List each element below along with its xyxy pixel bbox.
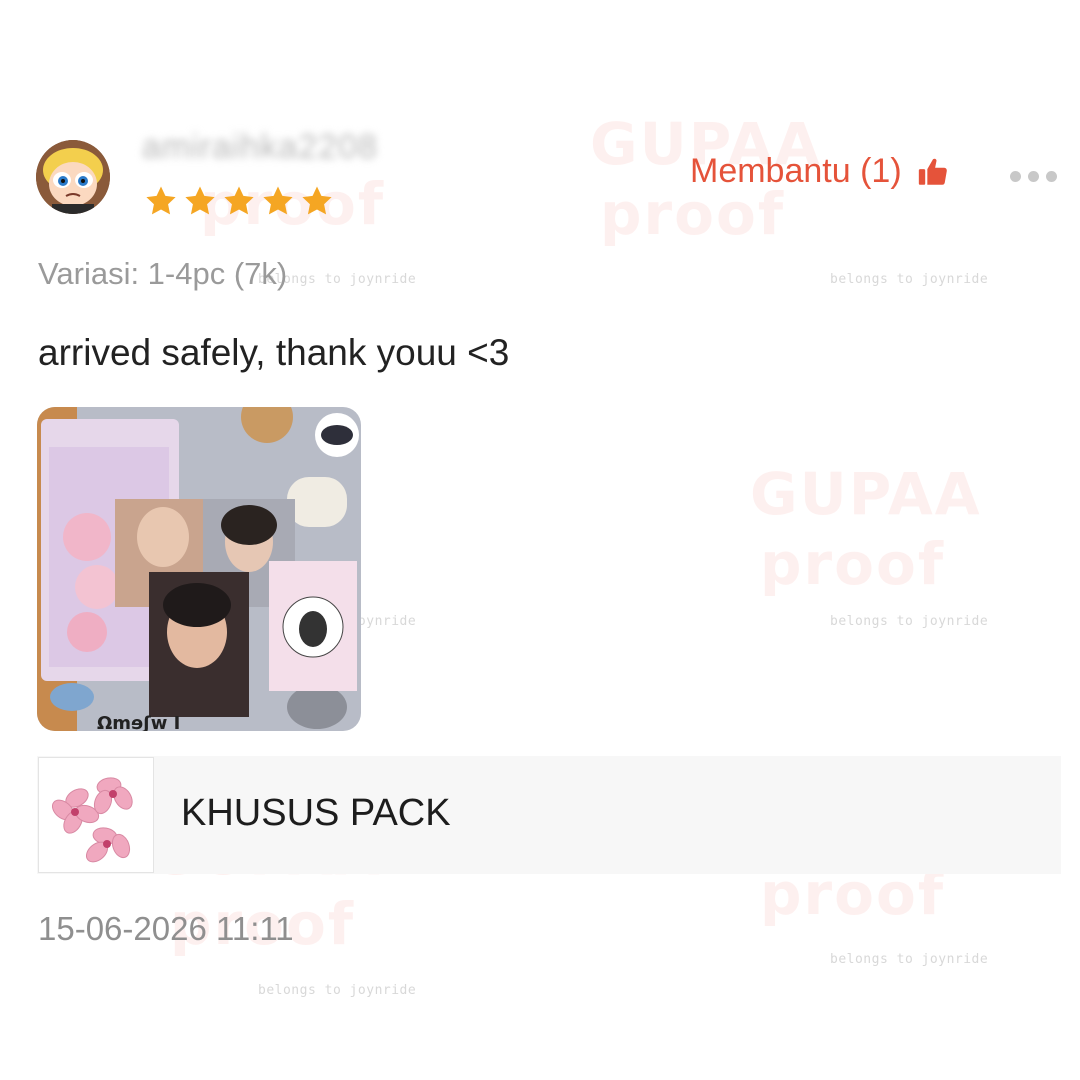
watermark-caption: belongs to joynride xyxy=(830,614,989,629)
product-link[interactable]: KHUSUS PACK xyxy=(37,756,1061,874)
more-dots-icon[interactable] xyxy=(1010,168,1064,184)
watermark-caption: belongs to joynride xyxy=(830,272,989,287)
helpful-label: Membantu (1) xyxy=(690,152,902,190)
star-icon xyxy=(263,186,293,215)
star-icon xyxy=(224,186,254,215)
watermark-caption: belongs to joynride xyxy=(830,952,989,967)
review-photo[interactable]: Ωmɘʃw I xyxy=(37,407,361,731)
thumbs-up-icon xyxy=(918,158,947,185)
review-screen: GUPAA proof proof GUPAA proof GUPAA proo… xyxy=(0,0,1080,1080)
watermark-word: proof xyxy=(760,530,946,598)
watermark-tile: GUPAA proof xyxy=(560,90,830,330)
rating-stars xyxy=(144,184,334,218)
product-name: KHUSUS PACK xyxy=(181,792,451,834)
product-thumbnail xyxy=(38,757,154,873)
svg-text:Ωmɘʃw I: Ωmɘʃw I xyxy=(97,713,180,731)
watermark-tile: GUPAA proof xyxy=(560,450,980,690)
review-text: arrived safely, thank youu <3 xyxy=(38,332,510,373)
star-icon xyxy=(146,186,176,215)
avatar[interactable] xyxy=(36,140,110,214)
star-icon xyxy=(185,186,215,215)
helpful-button[interactable]: Membantu (1) xyxy=(690,152,950,191)
variation-label: Variasi: 1-4pc (7k) xyxy=(38,256,288,291)
star-icon xyxy=(302,186,332,215)
watermark-caption: belongs to joynride xyxy=(258,983,417,998)
watermark-word: GUPAA xyxy=(750,460,982,528)
username: amiraihka2208 xyxy=(142,128,379,166)
review-timestamp: 15-06-2026 11:11 xyxy=(38,910,294,947)
